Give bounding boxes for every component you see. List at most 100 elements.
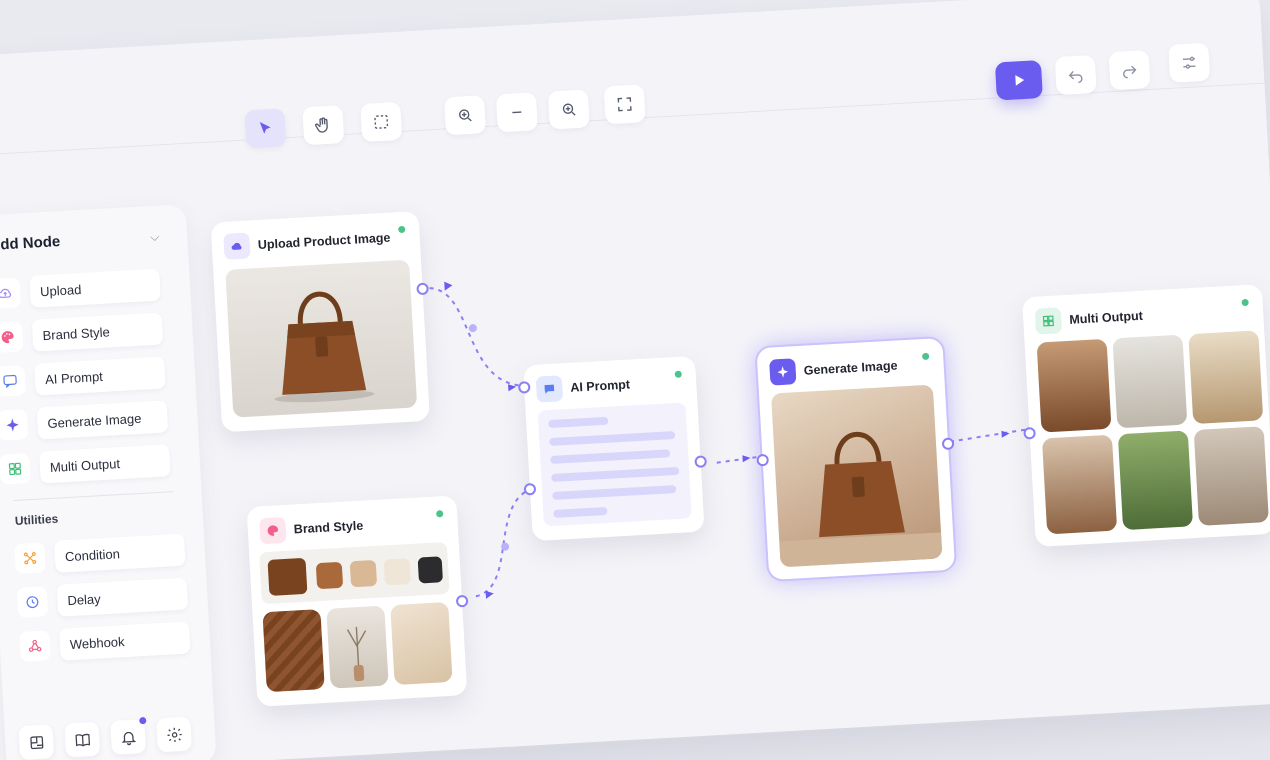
settings-gear-button[interactable] [156,716,193,753]
swatch[interactable] [383,558,412,586]
utilities-heading: Utilities [14,511,59,528]
node-generate-image[interactable]: Generate Image [756,337,956,580]
redo-icon [1123,65,1137,79]
grid-icon [0,453,31,485]
node-brand-style[interactable]: Brand Style [246,495,469,707]
color-swatch-row [259,541,450,605]
output-image[interactable] [1117,430,1194,531]
fit-screen-button[interactable] [603,84,646,125]
sidebar-item-brand-style[interactable]: Brand Style [0,311,164,354]
notifications-button[interactable] [110,716,147,755]
gear-icon [166,727,182,742]
sidebar-item-label: Generate Image [36,400,169,440]
status-dot [435,510,444,518]
sidebar-item-condition[interactable]: Condition [14,533,186,576]
node-header: Multi Output [1034,303,1144,335]
swatch[interactable] [417,556,444,584]
output-image[interactable] [1188,330,1264,425]
swatch[interactable] [267,557,308,596]
output-image[interactable] [1036,338,1112,433]
play-icon [1015,75,1025,86]
output-port[interactable] [455,594,469,608]
sidebar-item-label: Multi Output [39,444,171,484]
node-title: Multi Output [1068,308,1144,327]
fabric-image [390,601,453,686]
chevron-down-icon[interactable]: ⌵ [150,230,160,245]
product-image [225,259,418,418]
add-node-sidebar: Add Node ⌵ Upload Brand Style AI Prompt … [0,203,217,760]
swatch[interactable] [349,559,378,588]
cursor-icon [259,121,271,134]
select-tool-button[interactable] [244,108,287,149]
sliders-icon [1182,56,1196,69]
node-title: Upload Product Image [257,230,391,252]
node-header: Upload Product Image [223,225,391,260]
sidebar-item-label: Delay [56,577,189,617]
swatch[interactable] [315,561,344,590]
node-title: AI Prompt [569,377,631,395]
run-button[interactable] [994,60,1043,101]
workflow-canvas[interactable]: Add Node ⌵ Upload Brand Style AI Prompt … [0,0,1270,760]
cloud-upload-icon [0,277,22,309]
input-port[interactable] [523,482,537,496]
palette-icon [0,321,24,353]
settings-button[interactable] [1168,42,1211,83]
minimap-icon [29,735,43,749]
sidebar-item-webhook[interactable]: Webhook [19,620,191,663]
output-image[interactable] [1193,426,1269,526]
node-title: Generate Image [803,358,898,378]
prompt-text-area[interactable] [537,402,692,527]
input-port[interactable] [756,453,770,467]
docs-button[interactable] [64,721,101,758]
output-port[interactable] [941,437,955,451]
undo-icon [1068,71,1083,84]
branch-icon [14,542,46,575]
chat-icon [0,365,26,397]
zoom-out-button[interactable] [495,92,538,133]
output-port[interactable] [694,455,708,468]
clock-icon [16,586,49,618]
hand-icon [315,117,328,133]
sidebar-item-label: AI Prompt [34,356,166,396]
zoom-icon [562,103,576,116]
leather-texture-image [262,609,325,693]
zoom-reset-button[interactable] [547,89,590,130]
sidebar-item-multi-output[interactable]: Multi Output [0,443,171,486]
zoom-in-icon [459,109,472,122]
hand-tool-button[interactable] [302,105,345,146]
undo-button[interactable] [1054,55,1097,96]
output-port[interactable] [416,282,429,296]
book-icon [74,733,90,747]
sidebar-item-label: Brand Style [31,312,164,352]
sidebar-item-delay[interactable]: Delay [16,577,189,620]
cloud-upload-icon [223,232,251,260]
webhook-icon [19,630,51,662]
zoom-in-button[interactable] [443,95,487,136]
dashed-square-icon [374,115,389,129]
minimap-button[interactable] [18,724,55,760]
sidebar-item-upload[interactable]: Upload [0,268,161,311]
sidebar-item-generate-image[interactable]: Generate Image [0,399,169,442]
sidebar-item-ai-prompt[interactable]: AI Prompt [0,355,166,398]
sparkle-icon [769,358,797,386]
bell-icon [121,731,136,745]
output-image[interactable] [1112,334,1188,429]
node-header: AI Prompt [535,371,631,403]
input-port[interactable] [1023,426,1036,440]
minus-icon [512,111,522,114]
node-upload-product-image[interactable]: Upload Product Image [210,210,430,433]
sidebar-item-label: Upload [29,268,161,308]
status-dot [921,352,930,361]
input-port[interactable] [517,381,531,394]
status-dot [674,370,682,378]
sidebar-title: Add Node [0,233,61,254]
marquee-tool-button[interactable] [360,101,403,143]
output-image[interactable] [1041,434,1118,535]
node-ai-prompt[interactable]: AI Prompt [517,355,708,542]
palette-icon [259,516,287,545]
redo-button[interactable] [1108,49,1151,91]
node-multi-output[interactable]: Multi Output [1022,284,1270,548]
sidebar-divider [13,491,174,502]
node-title: Brand Style [293,518,364,537]
sidebar-item-label: Condition [54,533,186,573]
